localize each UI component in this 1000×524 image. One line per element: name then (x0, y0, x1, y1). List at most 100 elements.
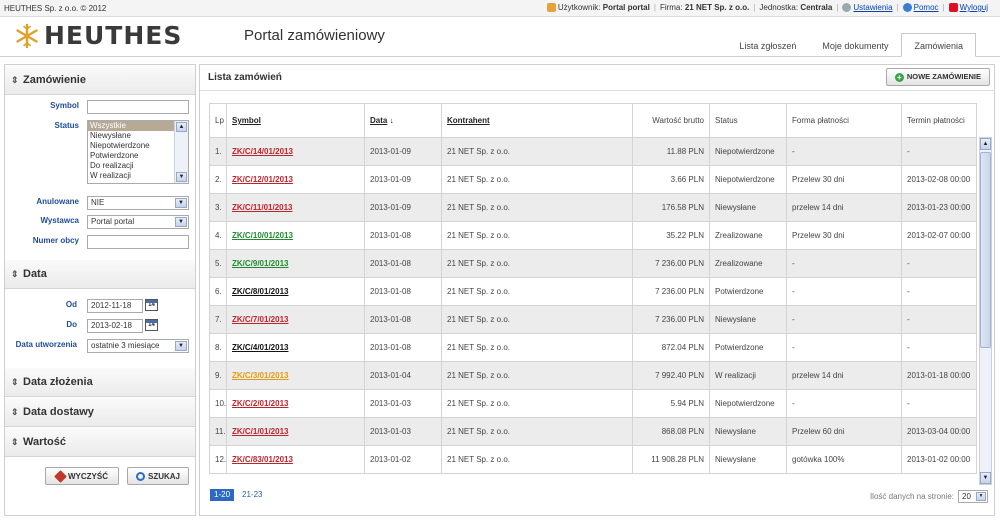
cell-symbol: ZK/C/3/01/2013 (226, 361, 365, 390)
issuer-select[interactable]: Portal portal ▼ (87, 215, 189, 229)
clear-button[interactable]: WYCZYŚĆ (45, 467, 119, 485)
order-symbol-link[interactable]: ZK/C/7/01/2013 (232, 315, 288, 324)
status-option[interactable]: Niewysłane (88, 131, 188, 141)
user-name: Portal portal (602, 3, 650, 12)
table-row[interactable]: 2. ZK/C/12/01/2013 2013-01-09 21 NET Sp. z … (209, 165, 977, 194)
scroll-down-icon[interactable]: ▼ (980, 472, 991, 484)
cell-lp: 5. (209, 249, 227, 278)
cell-lp: 7. (209, 305, 227, 334)
table-scrollbar[interactable]: ▲ ▼ (979, 137, 992, 485)
order-symbol-link[interactable]: ZK/C/3/01/2013 (232, 371, 288, 380)
scroll-up-icon[interactable]: ▲ (176, 122, 187, 132)
col-date[interactable]: Data ↓ (364, 103, 442, 138)
col-symbol[interactable]: Symbol (226, 103, 365, 138)
orders-header: Lista zamówień + NOWE ZAMÓWIENIE (200, 65, 994, 91)
order-symbol-link[interactable]: ZK/C/12/01/2013 (232, 175, 293, 184)
cell-status: Niewysłane (709, 417, 787, 446)
per-page-select[interactable]: 20 ▼ (958, 490, 988, 503)
order-symbol-link[interactable]: ZK/C/8/01/2013 (232, 287, 288, 296)
cell-lp: 6. (209, 277, 227, 306)
cell-lp: 3. (209, 193, 227, 222)
status-option[interactable]: Niepotwierdzone (88, 141, 188, 151)
order-symbol-link[interactable]: ZK/C/11/01/2013 (232, 203, 292, 212)
top-bar: HEUTHES Sp. z o.o. © 2012 Użytkownik: Po… (0, 0, 1000, 17)
section-delivery-date-header[interactable]: ⇕ Data dostawy (5, 397, 195, 427)
new-order-button[interactable]: + NOWE ZAMÓWIENIE (885, 68, 990, 86)
order-symbol-link[interactable]: ZK/C/14/01/2013 (232, 147, 293, 156)
expand-collapse-icon: ⇕ (11, 377, 19, 387)
table-row[interactable]: 10. ZK/C/2/01/2013 2013-01-03 21 NET Sp. z … (209, 389, 977, 418)
calendar-icon[interactable]: 14 (145, 299, 158, 311)
cell-lp: 4. (209, 221, 227, 250)
status-label: Status (54, 121, 79, 130)
chevron-down-icon: ▼ (175, 198, 187, 208)
status-option[interactable]: Potwierdzone (88, 151, 188, 161)
cell-contractor: 21 NET Sp. z o.o. (441, 137, 633, 166)
order-symbol-link[interactable]: ZK/C/10/01/2013 (232, 231, 293, 240)
table-row[interactable]: 6. ZK/C/8/01/2013 2013-01-08 21 NET Sp. z o… (209, 277, 977, 306)
cell-date: 2013-01-02 (364, 445, 442, 474)
cancelled-select[interactable]: NIE ▼ (87, 196, 189, 210)
status-listbox[interactable]: Wszystkie Niewysłane Niepotwierdzone Pot… (87, 120, 189, 184)
cell-due: - (901, 305, 977, 334)
scroll-down-icon[interactable]: ▼ (176, 172, 187, 182)
cell-payment: przelew 14 dni (786, 361, 902, 390)
cell-due: 2013-01-18 00:00 (901, 361, 977, 390)
cell-symbol: ZK/C/14/01/2013 (226, 137, 365, 166)
cell-status: Niepotwierdzone (709, 165, 787, 194)
table-row[interactable]: 5. ZK/C/9/01/2013 2013-01-08 21 NET Sp. z o… (209, 249, 977, 278)
status-option[interactable]: Wszystkie (88, 121, 188, 131)
search-button[interactable]: SZUKAJ (127, 467, 189, 485)
section-date-header[interactable]: ⇕ Data (5, 259, 195, 289)
status-scrollbar[interactable]: ▲ ▼ (174, 121, 188, 183)
unit-label: Jednostka: (759, 3, 799, 12)
calendar-icon[interactable]: 14 (145, 319, 158, 331)
settings-link[interactable]: Ustawienia (853, 3, 892, 12)
page-link[interactable]: 1-20 (210, 489, 235, 501)
table-row[interactable]: 8. ZK/C/4/01/2013 2013-01-08 21 NET Sp. z o… (209, 333, 977, 362)
cell-status: Niepotwierdzone (709, 137, 787, 166)
order-symbol-link[interactable]: ZK/C/2/01/2013 (232, 399, 288, 408)
section-value-header[interactable]: ⇕ Wartość (5, 427, 195, 457)
order-symbol-link[interactable]: ZK/C/83/01/2013 (232, 455, 293, 464)
table-row[interactable]: 1. ZK/C/14/01/2013 2013-01-09 21 NET Sp. z … (209, 137, 977, 166)
tab-lista-zgloszen[interactable]: Lista zgłoszeń (726, 33, 809, 57)
cell-payment: - (786, 333, 902, 362)
portal-title: Portal zamówieniowy (244, 27, 385, 44)
per-page-label: Ilość danych na stronie: (869, 492, 954, 501)
section-order-header[interactable]: ⇕ Zamówienie (5, 65, 195, 95)
col-contractor[interactable]: Kontrahent (441, 103, 633, 138)
table-row[interactable]: 4. ZK/C/10/01/2013 2013-01-08 21 NET Sp. z … (209, 221, 977, 250)
created-date-select[interactable]: ostatnie 3 miesiące ▼ (87, 339, 189, 353)
table-row[interactable]: 12. ZK/C/83/01/2013 2013-01-02 21 NET Sp. z… (209, 445, 977, 474)
date-from-input[interactable]: 2012-11-18 (87, 299, 143, 313)
logout-link[interactable]: Wyloguj (960, 3, 988, 12)
status-option[interactable]: W realizacji (88, 171, 188, 181)
table-row[interactable]: 3. ZK/C/11/01/2013 2013-01-09 21 NET Sp. z … (209, 193, 977, 222)
tab-zamowienia[interactable]: Zamówienia (901, 33, 976, 57)
status-option[interactable]: Do realizacji (88, 161, 188, 171)
page-link[interactable]: 21-23 (238, 489, 266, 501)
scroll-thumb[interactable] (980, 152, 991, 348)
col-payment: Forma płatności (786, 103, 902, 138)
tab-moje-dokumenty[interactable]: Moje dokumenty (809, 33, 901, 57)
cell-symbol: ZK/C/12/01/2013 (226, 165, 365, 194)
cell-status: Zrealizowane (709, 221, 787, 250)
table-row[interactable]: 9. ZK/C/3/01/2013 2013-01-04 21 NET Sp. z o… (209, 361, 977, 390)
cell-symbol: ZK/C/8/01/2013 (226, 277, 365, 306)
date-to-label: Do (66, 320, 77, 329)
order-symbol-link[interactable]: ZK/C/1/01/2013 (232, 427, 288, 436)
scroll-up-icon[interactable]: ▲ (980, 138, 991, 150)
order-symbol-link[interactable]: ZK/C/4/01/2013 (232, 343, 288, 352)
cell-gross: 872.04 PLN (632, 333, 710, 362)
table-row[interactable]: 7. ZK/C/7/01/2013 2013-01-08 21 NET Sp. z o… (209, 305, 977, 334)
external-number-input[interactable] (87, 235, 189, 249)
cell-gross: 11 908.28 PLN (632, 445, 710, 474)
symbol-input[interactable] (87, 100, 189, 114)
help-link[interactable]: Pomoc (914, 3, 939, 12)
table-row[interactable]: 11. ZK/C/1/01/2013 2013-01-03 21 NET Sp. z … (209, 417, 977, 446)
order-symbol-link[interactable]: ZK/C/9/01/2013 (232, 259, 288, 268)
section-placed-date-header[interactable]: ⇕ Data złożenia (5, 367, 195, 397)
cell-symbol: ZK/C/11/01/2013 (226, 193, 365, 222)
date-to-input[interactable]: 2013-02-18 (87, 319, 143, 333)
